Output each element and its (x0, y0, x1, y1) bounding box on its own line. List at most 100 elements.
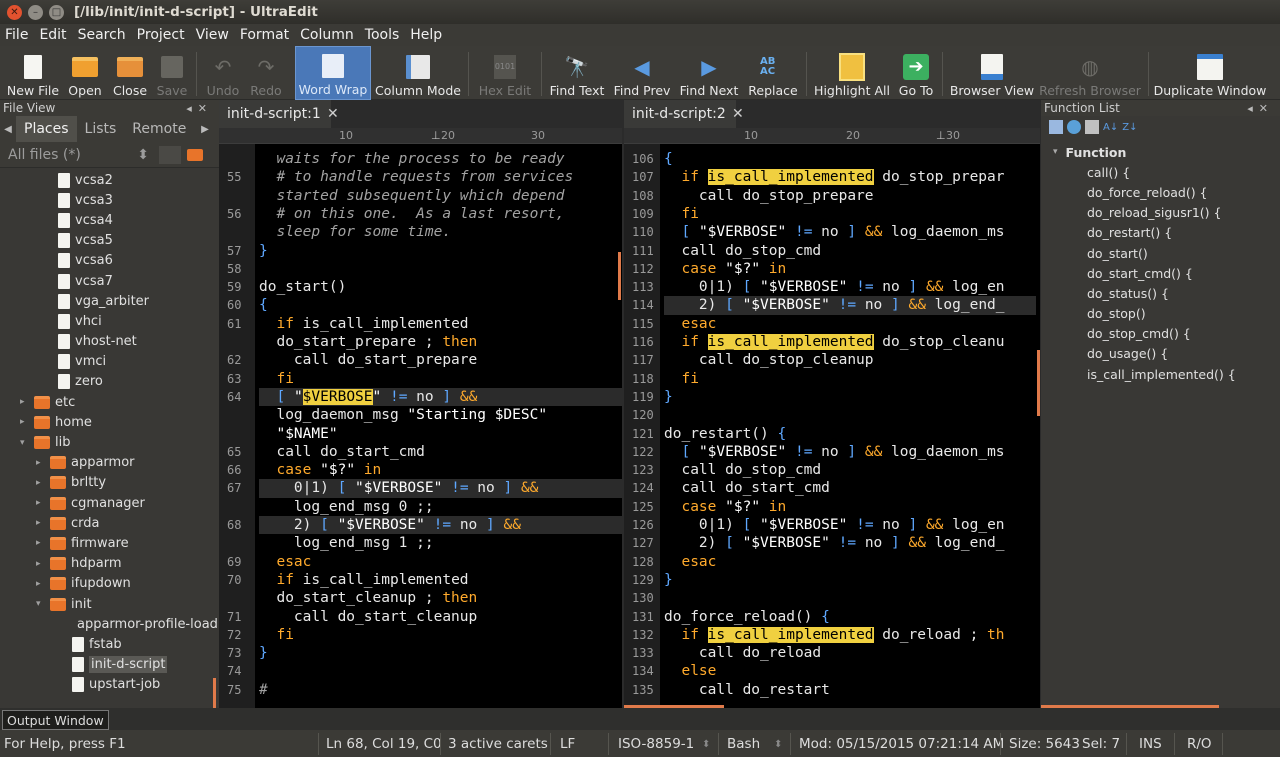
function-list-item[interactable]: do_reload_sigusr1() { (1053, 203, 1280, 223)
code-line[interactable]: call do_stop_cleanup (664, 351, 1036, 369)
status-encoding[interactable]: ISO-8859-1 (618, 736, 694, 752)
status-syntax[interactable]: Bash (727, 736, 760, 752)
code-line[interactable]: call do_restart (664, 681, 1036, 699)
function-list-item[interactable]: do_start_cmd() { (1053, 263, 1280, 283)
tree-file-item[interactable]: apparmor-profile-load (0, 614, 218, 634)
code-area[interactable]: waits for the process to be ready # to h… (259, 144, 622, 708)
collapse-arrow-icon[interactable]: ▸ (20, 417, 34, 427)
code-line[interactable]: call do_start_prepare (259, 351, 622, 369)
code-line[interactable]: if is_call_implemented do_stop_cleanu (664, 333, 1036, 351)
code-line[interactable]: fi (259, 626, 622, 644)
status-read-only[interactable]: R/O (1187, 736, 1212, 752)
code-line[interactable]: } (664, 388, 1036, 406)
code-line[interactable]: esac (259, 553, 622, 571)
status-position[interactable]: Ln 68, Col 19, C0 (326, 736, 442, 752)
code-line[interactable]: call do_start_cmd (259, 443, 622, 461)
tree-file-item[interactable]: vcsa2 (0, 170, 215, 190)
tree-folder-item[interactable]: ▾ init (0, 594, 215, 614)
code-line[interactable]: # (259, 681, 622, 699)
collapse-arrow-icon[interactable]: ▸ (36, 498, 50, 508)
tree-file-item[interactable]: zero (0, 372, 215, 392)
tree-folder-item[interactable]: ▸ brltty (0, 473, 215, 493)
editor-tab-right[interactable]: init-d-script:2 (624, 100, 736, 128)
code-line[interactable]: } (259, 242, 622, 260)
refresh-icon[interactable] (1067, 120, 1081, 134)
find-text-button[interactable]: 🔭 Find Text (548, 46, 606, 100)
function-list-item[interactable]: is_call_implemented() { (1053, 364, 1280, 384)
highlight-all-button[interactable]: Highlight All (812, 46, 892, 100)
tree-file-item[interactable]: vcsa5 (0, 231, 215, 251)
code-line[interactable]: do_start_prepare ; then (259, 333, 622, 351)
column-mode-button[interactable]: Column Mode (375, 46, 461, 100)
menu-help[interactable]: Help (405, 27, 448, 43)
tab-remote[interactable]: Remote (124, 116, 194, 142)
code-line[interactable]: log_end_msg 1 ;; (259, 534, 622, 552)
code-line[interactable]: } (259, 644, 622, 662)
code-line[interactable]: [ "$VERBOSE" != no ] && log_daemon_ms (664, 223, 1036, 241)
code-line[interactable]: 2) [ "$VERBOSE" != no ] && (259, 516, 622, 535)
save-button[interactable]: Save (154, 46, 190, 100)
code-line[interactable]: esac (664, 553, 1036, 571)
code-line[interactable]: call do_stop_cmd (664, 461, 1036, 479)
tree-folder-item[interactable]: ▸ etc (0, 392, 215, 412)
code-line[interactable]: esac (664, 315, 1036, 333)
code-line[interactable]: if is_call_implemented (259, 315, 622, 333)
tabs-right-arrow-icon[interactable]: ▶ (197, 116, 213, 142)
collapse-arrow-icon[interactable]: ▸ (36, 518, 50, 528)
collapse-arrow-icon[interactable]: ▸ (36, 579, 50, 589)
collapse-arrow-icon[interactable]: ▸ (36, 559, 50, 569)
tree-file-item[interactable]: upstart-job (0, 675, 215, 695)
tree-folder-item[interactable]: ▸ cgmanager (0, 493, 215, 513)
tree-folder-item[interactable]: ▾ lib (0, 432, 215, 452)
code-line[interactable]: { (259, 296, 622, 314)
filter-options-button[interactable] (159, 145, 181, 164)
tree-file-item[interactable]: vcsa3 (0, 190, 215, 210)
code-line[interactable]: call do_reload (664, 644, 1036, 662)
menu-edit[interactable]: Edit (34, 27, 72, 43)
function-list-item[interactable]: do_start() (1053, 243, 1280, 263)
code-line[interactable]: fi (664, 370, 1036, 388)
tree-folder-item[interactable]: ▸ apparmor (0, 453, 215, 473)
redo-button[interactable]: ↷ Redo (246, 46, 286, 100)
tab-places[interactable]: Places (16, 116, 77, 142)
folder-browse-icon[interactable] (187, 148, 203, 161)
tree-file-item[interactable]: vcsa7 (0, 271, 215, 291)
tree-file-item[interactable]: vmci (0, 352, 215, 372)
editor-tab-left[interactable]: init-d-script:1 (219, 100, 331, 128)
code-line[interactable]: } (664, 571, 1036, 589)
code-line[interactable]: fi (664, 205, 1036, 223)
menu-tools[interactable]: Tools (360, 27, 406, 43)
tree-file-item[interactable]: init-d-script (0, 655, 215, 675)
menu-search[interactable]: Search (73, 27, 132, 43)
code-line[interactable]: 0|1) [ "$VERBOSE" != no ] && log_en (664, 516, 1036, 534)
close-button[interactable]: Close (108, 46, 152, 100)
code-line[interactable]: # to handle requests from services (259, 168, 622, 186)
code-line[interactable]: 0|1) [ "$VERBOSE" != no ] && (259, 479, 622, 498)
code-line[interactable]: call do_stop_cmd (664, 242, 1036, 260)
code-line[interactable]: "$NAME" (259, 425, 622, 443)
code-line[interactable]: do_restart() { (664, 425, 1036, 443)
collapse-arrow-icon[interactable]: ▸ (20, 397, 34, 407)
file-filter-select[interactable]: All files (*) ⬍ (8, 147, 153, 163)
code-line[interactable]: fi (259, 370, 622, 388)
code-line[interactable]: do_start() (259, 278, 622, 296)
collapse-arrow-icon[interactable]: ▸ (36, 538, 50, 548)
code-line[interactable]: case "$?" in (664, 260, 1036, 278)
tree-folder-item[interactable]: ▸ crda (0, 513, 215, 533)
tree-folder-item[interactable]: ▸ home (0, 412, 215, 432)
code-line[interactable]: waits for the process to be ready (259, 150, 622, 168)
tree-file-item[interactable]: vga_arbiter (0, 291, 215, 311)
function-list-item[interactable]: do_stop() (1053, 304, 1280, 324)
function-list-item[interactable]: do_status() { (1053, 283, 1280, 303)
sort-ascending-icon[interactable]: A↓ (1103, 122, 1118, 133)
function-list-item[interactable]: do_stop_cmd() { (1053, 324, 1280, 344)
editor-scrollbar[interactable] (1037, 350, 1040, 416)
code-line[interactable]: call do_stop_prepare (664, 187, 1036, 205)
code-line[interactable]: log_daemon_msg "Starting $DESC" (259, 406, 622, 424)
code-line[interactable]: if is_call_implemented do_reload ; th (664, 626, 1036, 644)
code-line[interactable]: # on this one. As a last resort, (259, 205, 622, 223)
tab-lists[interactable]: Lists (77, 116, 125, 142)
code-line[interactable]: else (664, 662, 1036, 680)
menu-column[interactable]: Column (295, 27, 360, 43)
replace-button[interactable]: AB AC Replace (746, 46, 800, 100)
